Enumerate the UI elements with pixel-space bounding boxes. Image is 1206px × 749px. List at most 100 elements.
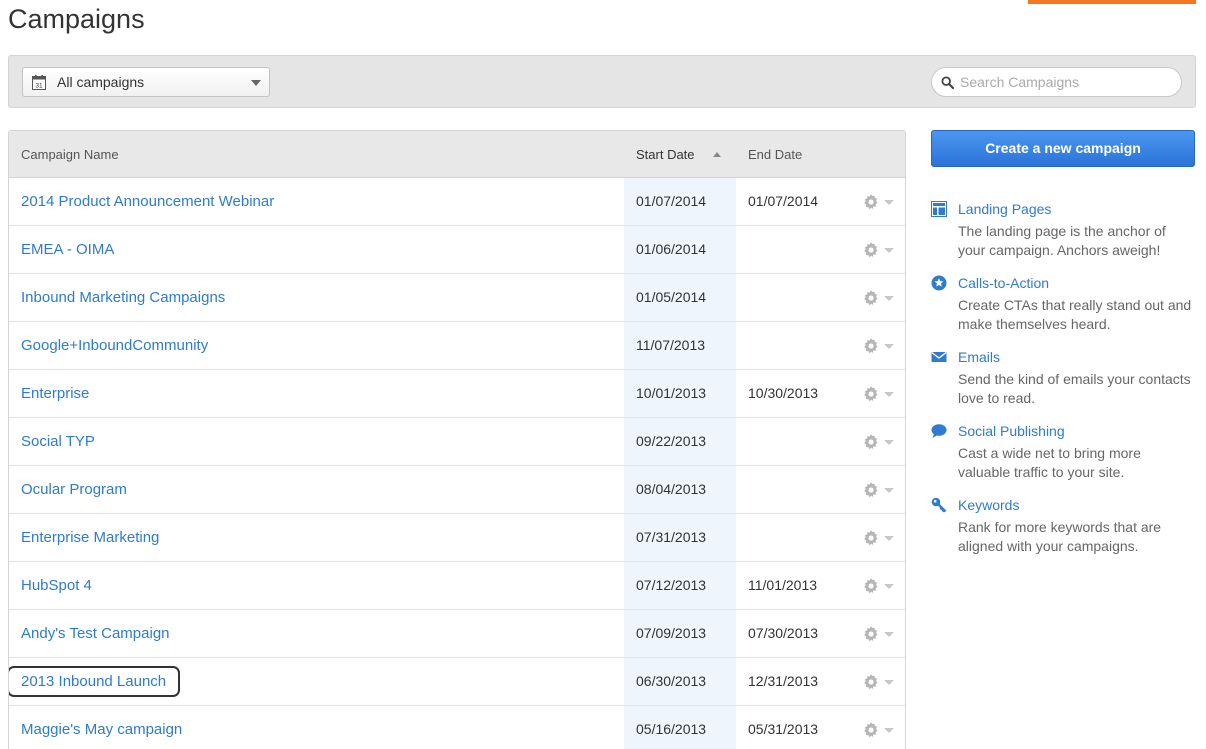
table-row[interactable]: Enterprise 10/01/2013 10/30/2013 bbox=[9, 370, 905, 418]
gear-icon[interactable] bbox=[863, 338, 879, 354]
sort-caret-icon[interactable] bbox=[713, 152, 721, 157]
sidebar-item-head[interactable]: Calls-to-Action bbox=[931, 272, 1196, 294]
chevron-down-icon[interactable] bbox=[884, 296, 894, 301]
sidebar-item-landing-pages: Landing Pages The landing page is the anc… bbox=[931, 198, 1196, 260]
campaign-name-link[interactable]: Google+InboundCommunity bbox=[21, 337, 208, 354]
chevron-down-icon[interactable] bbox=[884, 200, 894, 205]
column-header-name[interactable]: Campaign Name bbox=[21, 147, 119, 162]
campaign-name-link[interactable]: HubSpot 4 bbox=[21, 577, 92, 594]
campaign-name-link[interactable]: EMEA - OIMA bbox=[21, 241, 114, 258]
start-date-cell: 01/06/2014 bbox=[636, 241, 707, 257]
campaign-name-link[interactable]: Inbound Marketing Campaigns bbox=[21, 289, 225, 306]
gear-icon[interactable] bbox=[863, 578, 879, 594]
column-header-end-date[interactable]: End Date bbox=[748, 147, 802, 162]
chevron-down-icon bbox=[251, 80, 261, 86]
sidebar-item-head[interactable]: Keywords bbox=[931, 494, 1196, 516]
table-row[interactable]: Andy's Test Campaign 07/09/2013 07/30/2013 bbox=[9, 610, 905, 658]
start-date-cell: 10/01/2013 bbox=[636, 385, 707, 401]
envelope-icon bbox=[931, 349, 947, 365]
start-date-cell: 08/04/2013 bbox=[636, 481, 707, 497]
column-header-start-date[interactable]: Start Date bbox=[636, 147, 695, 162]
end-date-cell: 10/30/2013 bbox=[748, 385, 819, 401]
sidebar-item-description: The landing page is the anchor of your c… bbox=[958, 223, 1166, 258]
create-campaign-button[interactable]: Create a new campaign bbox=[931, 130, 1195, 167]
sidebar-item-description: Send the kind of emails your contacts lo… bbox=[958, 371, 1191, 406]
search-box[interactable] bbox=[931, 67, 1182, 97]
table-body: 2014 Product Announcement Webinar 01/07/2… bbox=[9, 178, 905, 749]
search-icon bbox=[941, 75, 954, 89]
table-row[interactable]: 2014 Product Announcement Webinar 01/07/2… bbox=[9, 178, 905, 226]
campaign-name-link[interactable]: 2014 Product Announcement Webinar bbox=[21, 193, 274, 210]
sidebar-item-link[interactable]: Social Publishing bbox=[958, 423, 1065, 439]
table-row[interactable]: 2013 Inbound Launch 06/30/2013 12/31/2013 bbox=[9, 658, 905, 706]
sidebar-item-emails: Emails Send the kind of emails your conta… bbox=[931, 346, 1196, 408]
filter-selected-label: All campaigns bbox=[57, 74, 145, 90]
start-date-cell: 11/07/2013 bbox=[636, 337, 706, 353]
sidebar-links: Landing Pages The landing page is the anc… bbox=[931, 198, 1196, 568]
chevron-down-icon[interactable] bbox=[884, 536, 894, 541]
page-title: Campaigns bbox=[8, 4, 145, 34]
chevron-down-icon[interactable] bbox=[884, 632, 894, 637]
gear-icon[interactable] bbox=[863, 434, 879, 450]
chevron-down-icon[interactable] bbox=[884, 344, 894, 349]
chevron-down-icon[interactable] bbox=[884, 248, 894, 253]
sidebar-item-link[interactable]: Calls-to-Action bbox=[958, 275, 1049, 291]
gear-icon[interactable] bbox=[863, 626, 879, 642]
table-row[interactable]: HubSpot 4 07/12/2013 11/01/2013 bbox=[9, 562, 905, 610]
speech-bubble-icon bbox=[931, 423, 947, 439]
end-date-cell: 11/01/2013 bbox=[748, 577, 818, 593]
table-row[interactable]: Ocular Program 08/04/2013 bbox=[9, 466, 905, 514]
gear-icon[interactable] bbox=[863, 386, 879, 402]
sidebar-item-keywords: Keywords Rank for more keywords that are … bbox=[931, 494, 1196, 556]
table-row[interactable]: Google+InboundCommunity 11/07/2013 bbox=[9, 322, 905, 370]
start-date-cell: 07/09/2013 bbox=[636, 625, 707, 641]
campaign-filter-dropdown[interactable]: 31 All campaigns bbox=[22, 67, 270, 97]
start-date-cell: 06/30/2013 bbox=[636, 673, 707, 689]
campaign-name-link[interactable]: Maggie's May campaign bbox=[21, 721, 182, 738]
gear-icon[interactable] bbox=[863, 674, 879, 690]
gear-icon[interactable] bbox=[863, 482, 879, 498]
campaigns-table: Campaign Name Start Date End Date 2014 P… bbox=[8, 130, 906, 749]
chevron-down-icon[interactable] bbox=[884, 680, 894, 685]
chevron-down-icon[interactable] bbox=[884, 584, 894, 589]
gear-icon[interactable] bbox=[863, 530, 879, 546]
chevron-down-icon[interactable] bbox=[884, 728, 894, 733]
start-date-cell: 01/05/2014 bbox=[636, 289, 707, 305]
gear-icon[interactable] bbox=[863, 242, 879, 258]
gear-icon[interactable] bbox=[863, 194, 879, 210]
calendar-icon: 31 bbox=[32, 74, 46, 90]
gear-icon[interactable] bbox=[863, 290, 879, 306]
campaign-name-link[interactable]: Enterprise bbox=[21, 385, 89, 402]
table-header: Campaign Name Start Date End Date bbox=[9, 131, 905, 178]
top-orange-tab[interactable] bbox=[1028, 0, 1196, 4]
start-date-cell: 07/12/2013 bbox=[636, 577, 707, 593]
sidebar-item-description: Create CTAs that really stand out and ma… bbox=[958, 297, 1192, 332]
table-row[interactable]: Maggie's May campaign 05/16/2013 05/31/201… bbox=[9, 706, 905, 749]
chevron-down-icon[interactable] bbox=[884, 392, 894, 397]
table-row[interactable]: EMEA - OIMA 01/06/2014 bbox=[9, 226, 905, 274]
campaign-name-link[interactable]: Social TYP bbox=[21, 433, 95, 450]
start-date-cell: 05/16/2013 bbox=[636, 721, 707, 737]
chevron-down-icon[interactable] bbox=[884, 440, 894, 445]
sidebar-item-head[interactable]: Landing Pages bbox=[931, 198, 1196, 220]
campaign-name-link[interactable]: Andy's Test Campaign bbox=[21, 625, 170, 642]
filter-bar: 31 All campaigns bbox=[8, 55, 1196, 108]
chevron-down-icon[interactable] bbox=[884, 488, 894, 493]
key-icon bbox=[931, 497, 947, 513]
end-date-cell: 05/31/2013 bbox=[748, 721, 819, 737]
sidebar-item-head[interactable]: Social Publishing bbox=[931, 420, 1196, 442]
search-input[interactable] bbox=[960, 74, 1170, 90]
gear-icon[interactable] bbox=[863, 722, 879, 738]
start-date-cell: 01/07/2014 bbox=[636, 193, 707, 209]
end-date-cell: 12/31/2013 bbox=[748, 673, 819, 689]
sidebar-item-link[interactable]: Emails bbox=[958, 349, 1000, 365]
table-row[interactable]: Inbound Marketing Campaigns 01/05/2014 bbox=[9, 274, 905, 322]
table-row[interactable]: Enterprise Marketing 07/31/2013 bbox=[9, 514, 905, 562]
sidebar-item-head[interactable]: Emails bbox=[931, 346, 1196, 368]
table-row[interactable]: Social TYP 09/22/2013 bbox=[9, 418, 905, 466]
campaign-name-link[interactable]: 2013 Inbound Launch bbox=[21, 673, 166, 690]
campaign-name-link[interactable]: Enterprise Marketing bbox=[21, 529, 159, 546]
sidebar-item-link[interactable]: Landing Pages bbox=[958, 201, 1051, 217]
campaign-name-link[interactable]: Ocular Program bbox=[21, 481, 127, 498]
sidebar-item-link[interactable]: Keywords bbox=[958, 497, 1019, 513]
